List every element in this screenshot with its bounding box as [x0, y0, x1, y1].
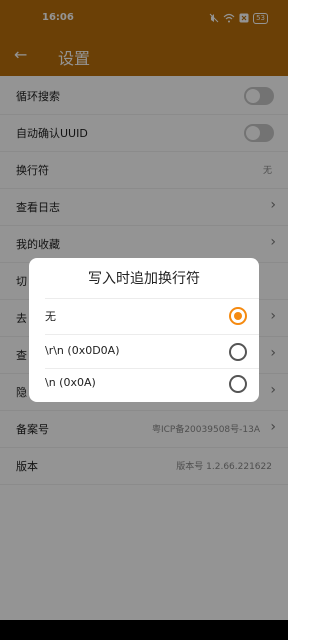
radio-unselected[interactable]	[229, 375, 247, 393]
radio-unselected[interactable]	[229, 343, 247, 361]
option-label: \n (0x0A)	[45, 376, 96, 389]
option-label: \r\n (0x0D0A)	[45, 344, 120, 357]
option-label: 无	[45, 310, 56, 323]
option-crlf[interactable]: \r\n (0x0D0A)	[29, 334, 259, 370]
option-none[interactable]: 无	[29, 298, 259, 334]
option-lf[interactable]: \n (0x0A)	[29, 366, 259, 402]
system-nav-bar	[0, 620, 288, 640]
radio-dot	[234, 312, 242, 320]
radio-selected[interactable]	[229, 307, 247, 325]
line-break-dialog: 写入时追加换行符 无 \r\n (0x0D0A) \n (0x0A)	[29, 258, 259, 402]
dialog-title: 写入时追加换行符	[88, 271, 200, 287]
